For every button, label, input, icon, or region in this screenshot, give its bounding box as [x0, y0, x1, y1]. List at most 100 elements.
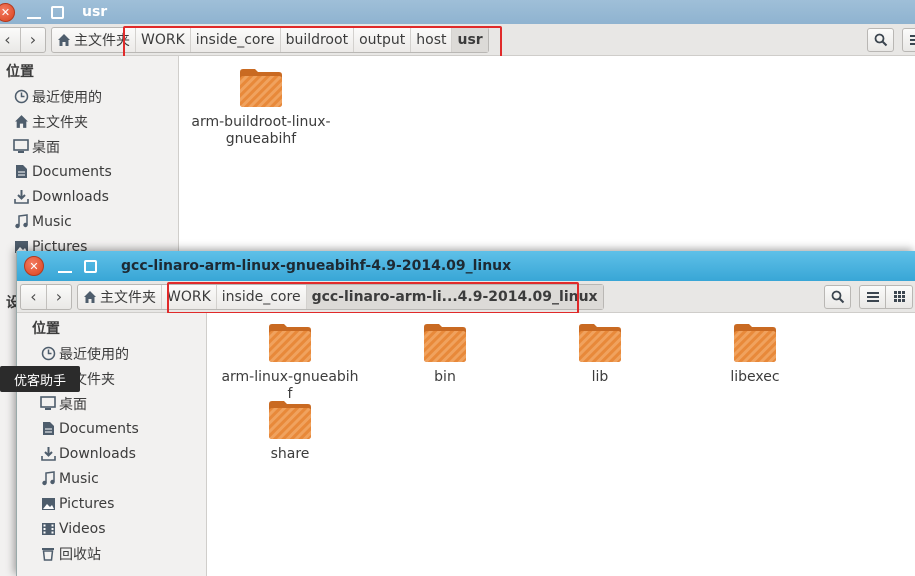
front-toolbar: ‹ › 主文件夹 WORK inside_core gcc-linaro-arm… [17, 281, 915, 313]
sidebar-item-label: Downloads [32, 188, 109, 205]
folder-item[interactable]: lib [530, 321, 670, 386]
sidebar-item-trash[interactable]: 回收站 [17, 541, 206, 566]
sidebar-item-label: Documents [59, 420, 139, 437]
home-icon [12, 113, 30, 131]
sidebar-item-label: Pictures [59, 495, 115, 512]
breadcrumb-item-work[interactable]: WORK [162, 284, 217, 309]
home-icon [57, 33, 71, 47]
tooltip: 优客助手 [0, 366, 81, 392]
folder-item[interactable]: bin [375, 321, 515, 386]
breadcrumb-item-current[interactable]: gcc-linaro-arm-li...4.9-2014.09_linux [306, 284, 603, 309]
search-button[interactable] [867, 27, 894, 52]
search-button[interactable] [824, 284, 851, 309]
sidebar-item-desktop[interactable]: 桌面 [17, 391, 206, 416]
maximize-icon[interactable] [84, 259, 97, 273]
minimize-icon[interactable] [58, 259, 72, 273]
folder-icon [579, 324, 621, 362]
window-title: gcc-linaro-arm-linux-gnueabihf-4.9-2014.… [121, 258, 512, 274]
breadcrumb: 主文件夹 WORK inside_core buildroot output h… [51, 26, 489, 53]
sidebar-item-label: Downloads [59, 445, 136, 462]
breadcrumb-item-work[interactable]: WORK [136, 27, 191, 52]
sidebar-heading: 位置 [6, 64, 34, 80]
folder-item[interactable]: arm-buildroot-linux-gnueabihf [191, 66, 331, 148]
list-view-icon [866, 291, 879, 302]
breadcrumb-home-label: 主文件夹 [100, 289, 156, 306]
sidebar-item-home[interactable]: 主文件夹 [0, 109, 178, 134]
breadcrumb-item-usr[interactable]: usr [452, 27, 488, 52]
sidebar-item-documents[interactable]: Documents [17, 416, 206, 441]
front-file-area: arm-linux-gnueabihf bin lib libexec shar… [207, 313, 915, 576]
sidebar-heading: 位置 [32, 321, 60, 337]
window-title: usr [82, 4, 108, 20]
maximize-icon[interactable] [51, 5, 64, 19]
back-button[interactable]: ‹ [21, 285, 46, 309]
breadcrumb-home[interactable]: 主文件夹 [78, 284, 162, 309]
download-icon [39, 445, 57, 463]
sidebar-item-downloads[interactable]: Downloads [0, 184, 178, 209]
folder-label: share [270, 446, 310, 462]
trash-icon [39, 545, 57, 563]
breadcrumb: 主文件夹 WORK inside_core gcc-linaro-arm-li.… [77, 283, 604, 310]
sidebar-item-pictures[interactable]: Pictures [17, 491, 206, 516]
music-icon [12, 213, 30, 231]
folder-item[interactable]: share [220, 398, 360, 463]
list-view-button[interactable] [859, 284, 886, 309]
sidebar-item-label: Music [32, 213, 72, 230]
front-sidebar: 位置 最近使用的 主文件夹 桌面 Documents Downloads Mus… [17, 313, 207, 576]
sidebar-item-documents[interactable]: Documents [0, 159, 178, 184]
sidebar-item-label: 回收站 [59, 546, 101, 563]
sidebar-item-label: Videos [59, 520, 106, 537]
sidebar-item-label: Documents [32, 163, 112, 180]
breadcrumb-item-buildroot[interactable]: buildroot [281, 27, 355, 52]
view-toggle [859, 284, 913, 309]
close-icon[interactable]: ✕ [0, 2, 15, 22]
breadcrumb-item-output[interactable]: output [354, 27, 412, 52]
front-titlebar[interactable]: ✕ gcc-linaro-arm-linux-gnueabihf-4.9-201… [17, 251, 915, 281]
home-icon [83, 290, 97, 304]
clock-icon [12, 88, 30, 106]
sidebar-item-downloads[interactable]: Downloads [17, 441, 206, 466]
back-toolbar: ‹ › 主文件夹 WORK inside_core buildroot outp… [0, 24, 915, 56]
sidebar-item-label: 桌面 [32, 139, 60, 156]
sidebar-item-label: 主文件夹 [32, 114, 88, 131]
nav-buttons: ‹ › [20, 283, 72, 310]
search-icon [874, 33, 887, 46]
sidebar-item-desktop[interactable]: 桌面 [0, 134, 178, 159]
folder-item[interactable]: libexec [685, 321, 825, 386]
breadcrumb-item-host[interactable]: host [411, 27, 453, 52]
breadcrumb-item-inside-core[interactable]: inside_core [191, 27, 281, 52]
sidebar-item-label: 桌面 [59, 396, 87, 413]
forward-button[interactable]: › [20, 27, 45, 52]
back-titlebar[interactable]: ✕ usr [0, 0, 915, 24]
grid-view-button[interactable] [886, 284, 913, 309]
sidebar-item-music[interactable]: Music [17, 466, 206, 491]
folder-label: arm-buildroot-linux-gnueabihf [191, 114, 331, 147]
sidebar-item-recent[interactable]: 最近使用的 [0, 84, 178, 109]
list-view-icon [909, 34, 915, 45]
pictures-icon [39, 495, 57, 513]
document-icon [39, 420, 57, 438]
folder-label: lib [591, 369, 609, 385]
sidebar-item-label: Music [59, 470, 99, 487]
desktop-icon [12, 138, 30, 156]
desktop-icon [39, 395, 57, 413]
breadcrumb-home[interactable]: 主文件夹 [52, 27, 136, 52]
sidebar-item-label: 最近使用的 [32, 89, 102, 106]
breadcrumb-home-label: 主文件夹 [74, 32, 130, 49]
folder-icon [734, 324, 776, 362]
folder-icon [269, 324, 311, 362]
download-icon [12, 188, 30, 206]
front-window: ✕ gcc-linaro-arm-linux-gnueabihf-4.9-201… [16, 251, 915, 576]
clock-icon [39, 345, 57, 363]
sidebar-item-recent[interactable]: 最近使用的 [17, 341, 206, 366]
folder-item[interactable]: arm-linux-gnueabihf [220, 321, 360, 403]
list-view-button[interactable] [902, 27, 915, 52]
minimize-icon[interactable] [27, 5, 41, 19]
sidebar-item-music[interactable]: Music [0, 209, 178, 234]
close-icon[interactable]: ✕ [24, 256, 44, 276]
breadcrumb-item-inside-core[interactable]: inside_core [217, 284, 307, 309]
forward-button[interactable]: › [46, 284, 71, 309]
sidebar-item-videos[interactable]: Videos [17, 516, 206, 541]
back-button[interactable]: ‹ [0, 28, 20, 52]
folder-icon [269, 401, 311, 439]
